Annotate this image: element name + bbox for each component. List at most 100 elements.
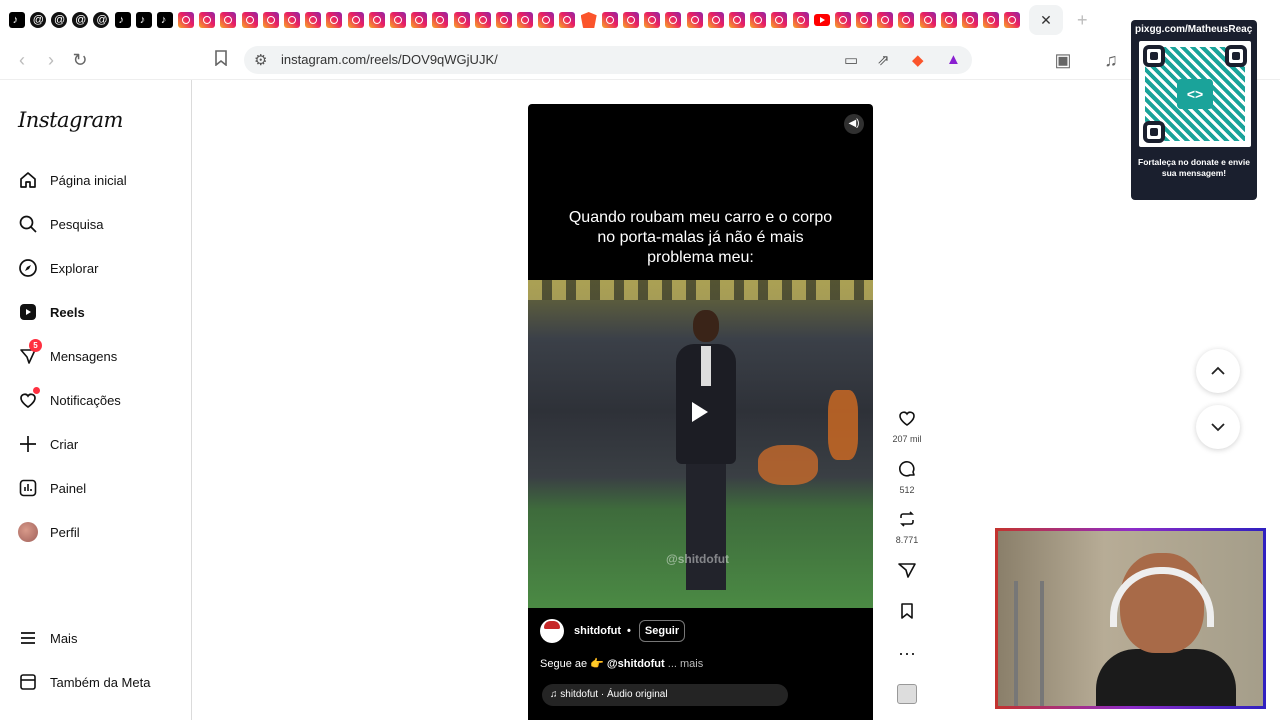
author-username[interactable]: shitdofut xyxy=(574,625,621,637)
tab-instagram-icon[interactable] xyxy=(432,12,449,28)
tab-instagram-icon[interactable] xyxy=(517,12,534,28)
more-action[interactable]: ··· xyxy=(890,642,924,664)
tab-threads-icon[interactable] xyxy=(50,12,67,28)
share-action[interactable] xyxy=(890,560,924,585)
tab-instagram-icon[interactable] xyxy=(983,12,1000,28)
media-icon[interactable]: ♫ xyxy=(1100,49,1122,71)
tab-instagram-icon[interactable] xyxy=(644,12,661,28)
nav-profile[interactable]: Perfil xyxy=(16,514,184,550)
tab-instagram-icon[interactable] xyxy=(898,12,915,28)
tab-tiktok-icon[interactable] xyxy=(135,12,152,28)
tab-instagram-icon[interactable] xyxy=(347,12,364,28)
comment-action[interactable]: 512 xyxy=(890,459,924,495)
tab-youtube-icon[interactable] xyxy=(813,14,830,26)
nav-create[interactable]: Criar xyxy=(16,426,184,462)
reader-icon[interactable]: ▣ xyxy=(1052,49,1074,71)
tab-instagram-icon[interactable] xyxy=(495,12,512,28)
previous-reel-button[interactable] xyxy=(1196,349,1240,393)
nav-home[interactable]: Página inicial xyxy=(16,162,184,198)
tab-instagram-icon[interactable] xyxy=(199,12,216,28)
save-action[interactable] xyxy=(890,601,924,626)
tab-instagram-icon[interactable] xyxy=(284,12,301,28)
tab-instagram-icon[interactable] xyxy=(368,12,385,28)
tab-instagram-icon[interactable] xyxy=(686,12,703,28)
reel-audio[interactable]: ♫ shitdofut · Áudio original xyxy=(542,684,788,706)
audio-thumbnail[interactable] xyxy=(897,684,917,704)
tab-instagram-icon[interactable] xyxy=(940,12,957,28)
tab-instagram-icon[interactable] xyxy=(962,12,979,28)
tab-tiktok-icon[interactable] xyxy=(8,12,25,28)
back-icon[interactable]: ‹ xyxy=(11,49,33,71)
tab-instagram-icon[interactable] xyxy=(1004,12,1021,28)
tab-instagram-icon[interactable] xyxy=(707,12,724,28)
tab-strip: ✕+ xyxy=(0,0,1280,40)
close-tab-icon[interactable]: ✕ xyxy=(1029,5,1063,35)
nav-search[interactable]: Pesquisa xyxy=(16,206,184,242)
reload-icon[interactable]: ↻ xyxy=(69,49,91,71)
tab-instagram-icon[interactable] xyxy=(728,12,745,28)
tab-instagram-icon[interactable] xyxy=(305,12,322,28)
reel-player[interactable]: ◀) Quando roubam meu carro e o corpo no … xyxy=(528,104,873,720)
tab-instagram-icon[interactable] xyxy=(241,12,258,28)
nav-notifications[interactable]: Notificações xyxy=(16,382,184,418)
tab-instagram-icon[interactable] xyxy=(877,12,894,28)
plus-icon xyxy=(16,432,40,456)
tab-instagram-icon[interactable] xyxy=(834,12,851,28)
address-bar[interactable]: ⚙ instagram.com/reels/DOV9qWGjUJK/ ▭ ⇗ ◆… xyxy=(244,46,972,74)
repost-action[interactable]: 8.771 xyxy=(890,509,924,545)
nav-dashboard[interactable]: Painel xyxy=(16,470,184,506)
bookmark-icon[interactable] xyxy=(210,49,232,71)
tab-instagram-icon[interactable] xyxy=(220,12,237,28)
tab-instagram-icon[interactable] xyxy=(538,12,555,28)
nav-meta[interactable]: Também da Meta xyxy=(16,664,184,700)
tab-tiktok-icon[interactable] xyxy=(156,12,173,28)
player-figure xyxy=(676,310,736,590)
tab-threads-icon[interactable] xyxy=(93,12,110,28)
nav-messages[interactable]: 5 Mensagens xyxy=(16,338,184,374)
tab-instagram-icon[interactable] xyxy=(665,12,682,28)
desc-more[interactable]: ... mais xyxy=(665,658,703,670)
tab-instagram-icon[interactable] xyxy=(856,12,873,28)
tab-instagram-icon[interactable] xyxy=(389,12,406,28)
tab-instagram-icon[interactable] xyxy=(474,12,491,28)
site-settings-icon[interactable]: ⚙ xyxy=(254,51,267,69)
tab-instagram-icon[interactable] xyxy=(453,12,470,28)
follow-button[interactable]: Seguir xyxy=(638,620,686,642)
qr-code: <> xyxy=(1139,41,1251,147)
tab-instagram-icon[interactable] xyxy=(178,12,195,28)
tab-tiktok-icon[interactable] xyxy=(114,12,131,28)
brave-rewards-icon[interactable]: ▲ xyxy=(946,51,961,68)
tab-instagram-icon[interactable] xyxy=(559,12,576,28)
nav-more[interactable]: Mais xyxy=(16,620,184,656)
author-avatar[interactable] xyxy=(540,619,564,643)
nav-explore[interactable]: Explorar xyxy=(16,250,184,286)
tab-threads-icon[interactable] xyxy=(72,12,89,28)
share-icon[interactable]: ⇗ xyxy=(877,51,890,69)
tab-instagram-icon[interactable] xyxy=(771,12,788,28)
streamer-figure xyxy=(1096,553,1236,706)
cast-icon[interactable]: ▭ xyxy=(844,51,858,69)
next-reel-button[interactable] xyxy=(1196,405,1240,449)
play-icon[interactable] xyxy=(692,402,708,422)
nav-reels[interactable]: Reels xyxy=(16,294,184,330)
tab-instagram-icon[interactable] xyxy=(919,12,936,28)
instagram-logo[interactable]: Instagram xyxy=(18,108,123,132)
tab-instagram-icon[interactable] xyxy=(411,12,428,28)
desc-mention[interactable]: @shitdofut xyxy=(607,658,665,670)
repost-icon xyxy=(890,509,924,534)
tab-instagram-icon[interactable] xyxy=(792,12,809,28)
like-action[interactable]: 207 mil xyxy=(890,408,924,444)
tab-brave-icon[interactable] xyxy=(580,12,597,28)
forward-icon[interactable]: › xyxy=(40,49,62,71)
tab-instagram-icon[interactable] xyxy=(262,12,279,28)
brave-shields-icon[interactable]: ◆ xyxy=(912,51,924,69)
tab-instagram-icon[interactable] xyxy=(601,12,618,28)
url-text[interactable]: instagram.com/reels/DOV9qWGjUJK/ xyxy=(281,52,498,67)
tab-instagram-icon[interactable] xyxy=(750,12,767,28)
tab-instagram-icon[interactable] xyxy=(326,12,343,28)
tab-threads-icon[interactable] xyxy=(29,12,46,28)
volume-icon[interactable]: ◀) xyxy=(844,114,864,134)
new-tab-icon[interactable]: + xyxy=(1077,10,1088,31)
tab-instagram-icon[interactable] xyxy=(623,12,640,28)
reel-video[interactable]: @shitdofut xyxy=(528,280,873,608)
